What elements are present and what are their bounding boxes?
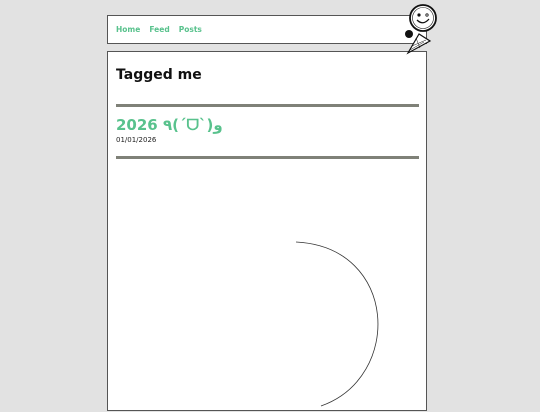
nav-posts-link[interactable]: Posts	[179, 25, 202, 34]
main-panel: Tagged me 2026 ٩(ˊᗜˋ)و 01/01/2026	[107, 51, 427, 411]
top-nav: Home Feed Posts	[107, 15, 427, 44]
page-title: Tagged me	[116, 67, 202, 83]
divider-bottom	[116, 156, 419, 159]
nav-feed-link[interactable]: Feed	[149, 25, 169, 34]
nav-home-link[interactable]: Home	[116, 25, 140, 34]
entry-date: 01/01/2026	[116, 136, 157, 144]
divider-top	[116, 104, 419, 107]
entry-title-link[interactable]: 2026 ٩(ˊᗜˋ)و	[116, 116, 223, 134]
smiley-ice-cream-icon[interactable]	[402, 3, 442, 59]
